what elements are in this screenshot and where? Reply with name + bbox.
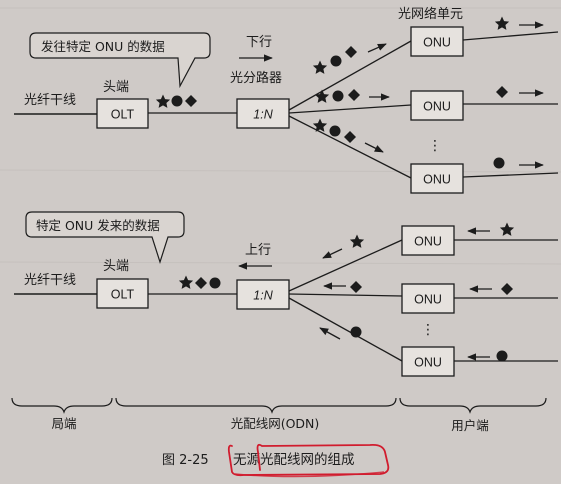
downstream-head-label: 头端: [103, 80, 129, 95]
pon-diagram: 发往特定 ONU 的数据 光纤干线 头端 OLT 下行 光分路器 1:N 光网络…: [0, 6, 561, 478]
local-bracket: [11, 397, 113, 414]
odn-bracket: [115, 397, 397, 414]
circle-icon: [332, 90, 344, 102]
upstream-onu-label-2: ONU: [414, 293, 442, 307]
user-bracket: [399, 397, 547, 414]
downstream-onu-label-1: ONU: [423, 36, 451, 50]
upstream-branch-2: [288, 293, 403, 297]
diagram-stage: 发往特定 ONU 的数据 光纤干线 头端 OLT 下行 光分路器 1:N 光网络…: [0, 0, 561, 484]
upstream-callout-text: 特定 ONU 发来的数据: [36, 218, 160, 233]
diamond-icon: [501, 283, 513, 295]
figure-number: 图 2-25: [162, 453, 209, 468]
upstream-onu-label-3: ONU: [414, 356, 442, 370]
upstream-trunk-label: 光纤干线: [24, 273, 76, 288]
downstream-user-line-1: [462, 31, 559, 41]
downstream-olt-label: OLT: [111, 108, 135, 122]
downstream-splitter-label: 1:N: [253, 108, 273, 122]
circle-icon: [330, 55, 342, 67]
figure-title: 无源光配线网的组成: [233, 452, 355, 468]
downstream-onu-label-3: ONU: [423, 173, 451, 187]
odn-label: 光配线网(ODN): [231, 416, 320, 431]
downstream-diagram: 发往特定 ONU 的数据 光纤干线 头端 OLT 下行 光分路器 1:N 光网络…: [14, 6, 559, 194]
diamond-icon: [496, 86, 508, 98]
downstream-branch-3: [288, 115, 412, 179]
upstream-diagram: 特定 ONU 发来的数据 光纤干线 头端 OLT 上行 1:N ONU ONU …: [14, 211, 558, 377]
diamond-icon: [345, 46, 357, 58]
upstream-direction-label: 上行: [245, 243, 271, 258]
upstream-olt-label: OLT: [111, 288, 135, 302]
circle-icon: [209, 277, 221, 289]
diamond-icon: [344, 131, 356, 143]
circle-icon: [350, 326, 362, 338]
downstream-user-line-3: [462, 172, 559, 178]
upstream-onu-label-1: ONU: [414, 235, 442, 249]
diamond-icon: [195, 277, 207, 289]
upstream-head-label: 头端: [103, 259, 129, 274]
upstream-onu-ellipsis: ⋮: [421, 322, 435, 338]
star-icon: [314, 89, 330, 103]
diamond-icon: [350, 281, 362, 293]
upstream-branch-1: [288, 239, 403, 292]
diamond-icon: [348, 89, 360, 101]
splitter-label: 光分路器: [230, 70, 282, 86]
downstream-branch-2: [288, 104, 412, 114]
downstream-direction-label: 下行: [246, 35, 272, 50]
user-side-label: 用户端: [451, 418, 489, 433]
arrow-icon: [367, 43, 387, 53]
upstream-branch-3: [288, 297, 403, 362]
star-icon: [499, 222, 515, 236]
upstream-splitter-label: 1:N: [253, 289, 273, 303]
onu-group-label: 光网络单元: [398, 6, 463, 22]
downstream-onu-label-2: ONU: [423, 100, 451, 114]
star-icon: [155, 94, 171, 108]
star-icon: [178, 275, 194, 289]
arrow-icon: [364, 142, 384, 153]
circle-icon: [171, 95, 183, 107]
local-side-label: 局端: [51, 416, 76, 431]
star-icon: [494, 16, 510, 30]
segment-brackets: [11, 397, 547, 414]
arrow-icon: [319, 327, 341, 340]
downstream-trunk-label: 光纤干线: [24, 93, 76, 108]
downstream-callout-text: 发往特定 ONU 的数据: [41, 39, 165, 54]
star-icon: [312, 60, 328, 74]
circle-icon: [493, 157, 505, 169]
diamond-icon: [185, 95, 197, 107]
downstream-onu-ellipsis: ⋮: [428, 138, 442, 154]
circle-icon: [496, 350, 508, 362]
circle-icon: [329, 125, 341, 137]
star-icon: [349, 234, 365, 248]
arrow-icon: [322, 248, 343, 259]
